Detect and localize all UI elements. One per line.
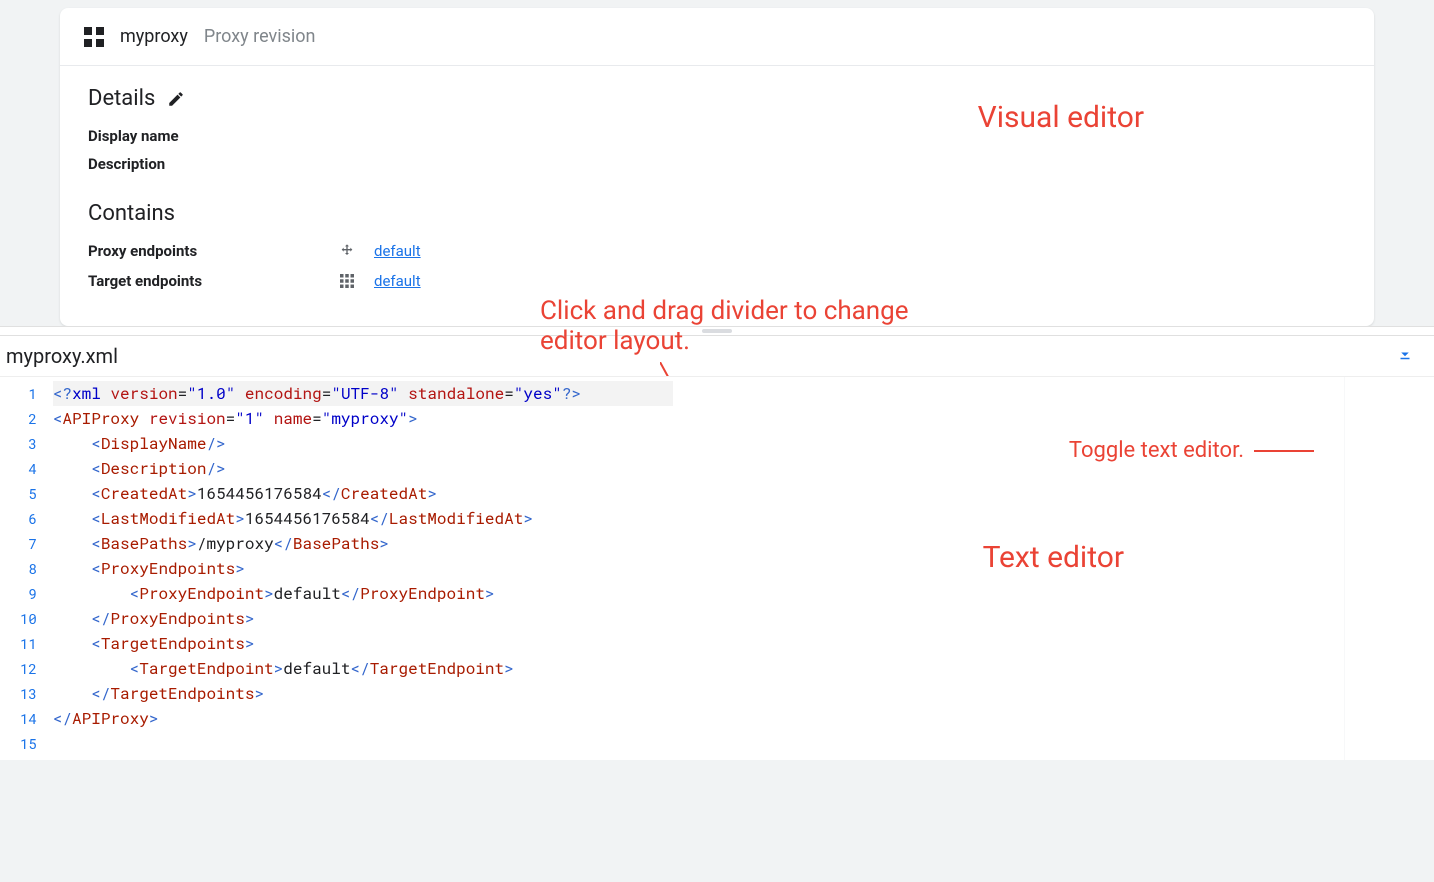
annotation-text-editor: Text editor	[983, 540, 1124, 575]
apps-icon	[84, 27, 104, 47]
proxy-endpoint-link[interactable]: default	[374, 242, 421, 260]
page-title: myproxy	[120, 26, 188, 47]
panel-header: myproxy Proxy revision	[60, 8, 1374, 66]
proxy-endpoints-row: Proxy endpoints default	[88, 242, 1346, 260]
code-editor[interactable]: 123456789101112131415 <?xml version="1.0…	[0, 376, 1434, 760]
contains-heading: Contains	[88, 201, 1346, 226]
grid-icon	[338, 272, 356, 290]
target-endpoints-row: Target endpoints default	[88, 272, 1346, 290]
page-subtitle: Proxy revision	[204, 26, 316, 47]
annotation-toggle-label: Toggle text editor.	[1069, 438, 1244, 463]
details-heading-text: Details	[88, 86, 155, 111]
annotation-toggle: Toggle text editor.	[1069, 438, 1314, 463]
code-minimap[interactable]	[1344, 377, 1434, 760]
target-endpoints-label: Target endpoints	[88, 272, 338, 290]
target-endpoint-link[interactable]: default	[374, 272, 421, 290]
collapse-editor-icon[interactable]	[1396, 345, 1414, 368]
annotation-toggle-line	[1254, 450, 1314, 452]
details-section: Details Display name Description Contain…	[60, 66, 1374, 326]
annotation-drag: Click and drag divider to change editor …	[540, 296, 960, 356]
move-icon	[338, 242, 356, 260]
line-gutter: 123456789101112131415	[0, 377, 53, 760]
edit-icon[interactable]	[167, 90, 185, 108]
description-label: Description	[88, 155, 1346, 173]
annotation-visual-editor: Visual editor	[978, 100, 1144, 135]
code-content[interactable]: <?xml version="1.0" encoding="UTF-8" sta…	[53, 377, 1434, 760]
proxy-endpoints-label: Proxy endpoints	[88, 242, 338, 260]
visual-editor-panel: myproxy Proxy revision Details Display n…	[60, 8, 1374, 326]
editor-filename: myproxy.xml	[6, 344, 118, 368]
display-name-label: Display name	[88, 127, 1346, 145]
details-heading: Details	[88, 86, 1346, 111]
